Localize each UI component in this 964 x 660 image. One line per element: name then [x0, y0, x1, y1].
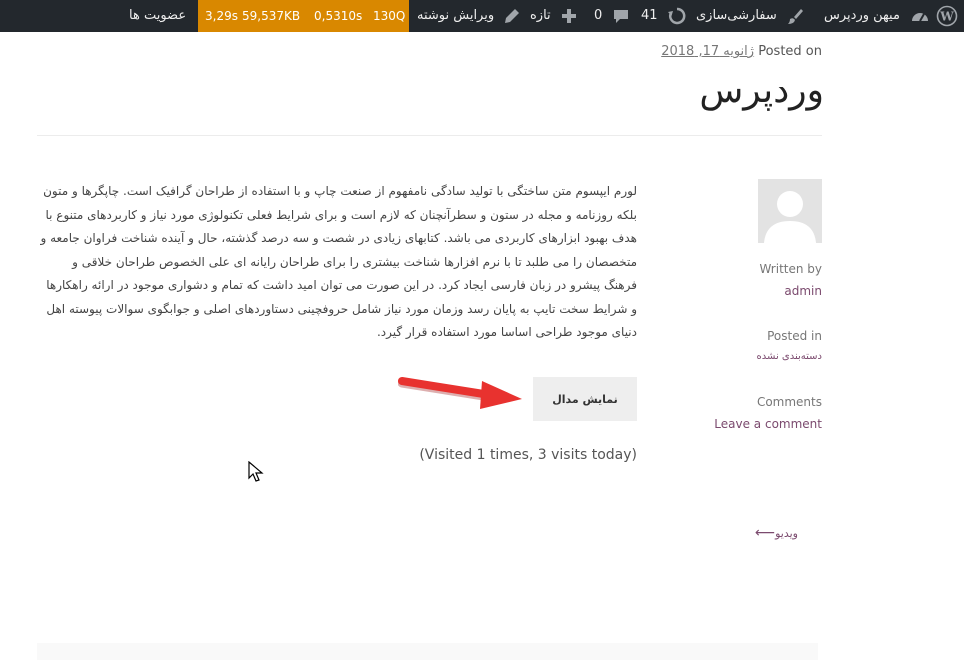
- svg-text:W: W: [939, 9, 954, 23]
- comments-label: Comments: [756, 395, 822, 409]
- comments-count: 0: [594, 8, 603, 23]
- avatar-placeholder-icon: [758, 179, 822, 243]
- arrow-left-icon: ⟵: [755, 525, 776, 541]
- admin-bar: W میهن وردپرس سفارشی‌سازی 41 0 تازه ویرا…: [0, 0, 964, 32]
- red-arrow-annotation: [398, 377, 522, 409]
- dashboard-icon: [912, 12, 929, 21]
- new-label: تازه: [530, 8, 551, 23]
- previous-post-link[interactable]: ویدیو⟵: [755, 525, 798, 541]
- comments-menu[interactable]: 0: [594, 0, 630, 32]
- posted-on: ژانویه 17, 2018 Posted on: [661, 44, 822, 59]
- mouse-cursor-icon: [248, 461, 264, 482]
- footer-area: [37, 643, 818, 660]
- show-modal-button[interactable]: نمایش مدال: [533, 377, 637, 421]
- pencil-icon: [505, 8, 520, 23]
- updates-count: 41: [641, 8, 658, 23]
- category-link[interactable]: دسته‌بندی نشده: [757, 351, 822, 362]
- edit-post-menu[interactable]: ویرایش نوشته: [417, 0, 520, 32]
- debug-total-time: 3,29s: [205, 9, 238, 23]
- posted-in-label: Posted in: [767, 329, 822, 343]
- visit-counter: (Visited 1 times, 3 visits today): [419, 447, 637, 463]
- written-by-label: Written by: [759, 262, 822, 276]
- debug-memory: 59,537KB: [242, 9, 301, 23]
- site-name-menu[interactable]: میهن وردپرس: [824, 0, 930, 32]
- posted-on-label: Posted on: [758, 44, 822, 59]
- membership-menu[interactable]: عضویت ها: [129, 0, 186, 32]
- header-divider: [37, 135, 822, 136]
- post-date-link[interactable]: ژانویه 17, 2018: [661, 44, 754, 59]
- customize-menu[interactable]: سفارشی‌سازی: [696, 0, 804, 32]
- debug-time: 0,5310s: [314, 9, 363, 23]
- new-content-menu[interactable]: تازه: [530, 0, 577, 32]
- post-body: لورم ایپسوم متن ساختگی با تولید سادگی نا…: [40, 184, 637, 339]
- author-link[interactable]: admin: [784, 284, 822, 298]
- wordpress-logo-icon[interactable]: W: [936, 0, 958, 32]
- site-name-label: میهن وردپرس: [824, 8, 900, 23]
- debug-bar[interactable]: 130Q 0,5310s 59,537KB 3,29s: [198, 0, 409, 32]
- updates-menu[interactable]: 41: [641, 0, 686, 32]
- leave-comment-link[interactable]: Leave a comment: [714, 417, 822, 431]
- previous-post-title: ویدیو: [775, 527, 798, 540]
- post-title: وردپرس: [699, 70, 824, 111]
- brush-icon: [787, 8, 803, 24]
- author-avatar: [758, 179, 822, 243]
- comment-icon: [614, 9, 629, 23]
- updates-icon: [667, 7, 686, 24]
- edit-post-label: ویرایش نوشته: [417, 8, 495, 23]
- customize-label: سفارشی‌سازی: [696, 8, 777, 23]
- plus-icon: [561, 8, 576, 23]
- debug-queries: 130Q: [373, 9, 406, 23]
